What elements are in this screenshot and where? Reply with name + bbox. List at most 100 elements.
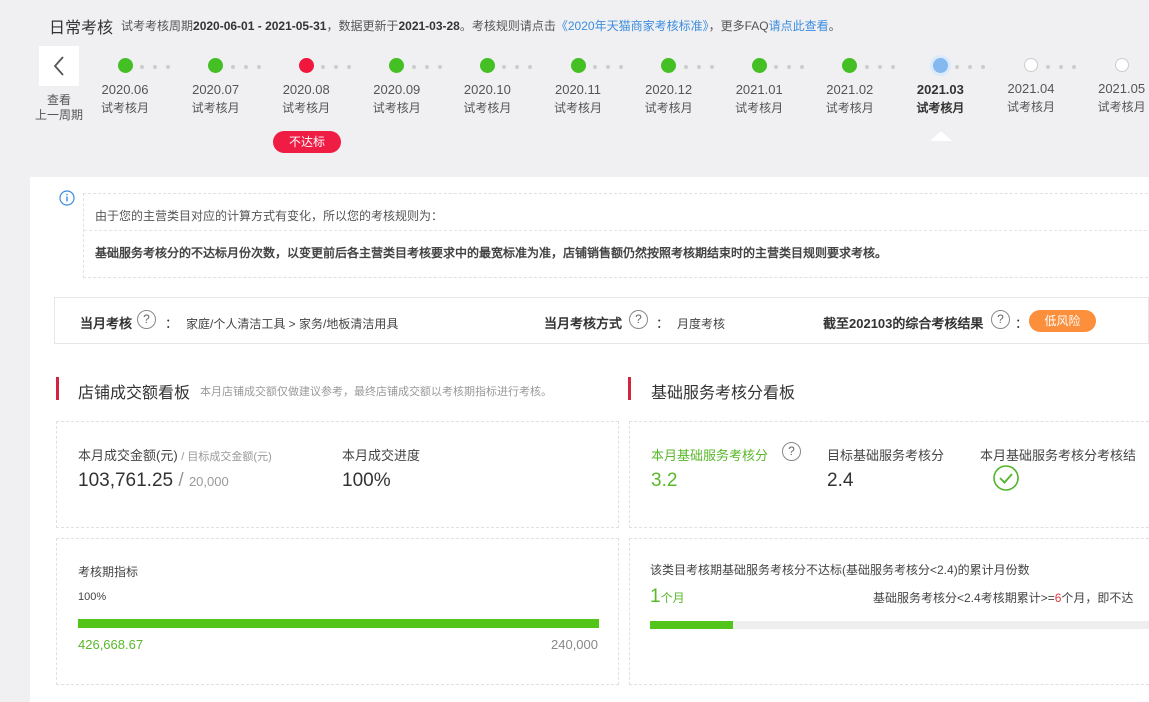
subtitle-prefix: 试考考核周期 [121,19,194,33]
timeline-month-label: 2020.12 [645,82,693,97]
sales-summary-card: 本月成交金额(元) / 目标成交金额(元) 103,761.25 / 20,00… [56,421,619,528]
check-circle-icon [993,465,1019,491]
timeline-sub-label: 试考核月 [372,101,421,115]
period-progress-bar [78,619,599,628]
target-amount-label: / 目标成交金额(元) [181,451,272,463]
progress-value: 100% [342,470,391,491]
faq-link[interactable]: 请点此查看 [769,19,829,33]
help-icon[interactable]: ? [137,310,156,329]
method-value: 月度考核 [677,317,726,331]
timeline-sub-label: 试考核月 [644,101,693,115]
separator-dot [424,65,429,69]
service-score-value: 3.2 [651,470,678,491]
fail-count-label: 该类目考核期基础服务考核分不达标(基础服务考核分<2.4)的累计月份数 [650,563,1030,577]
separator-dot [968,65,973,69]
help-icon[interactable]: ? [629,310,648,329]
timeline-month[interactable]: 2021.05 试考核月 [1082,58,1149,115]
timeline-month-label: 2020.11 [554,82,602,97]
target-score-value: 2.4 [827,470,854,491]
status-dot-pass [117,58,133,73]
period-progress-fill [78,619,599,628]
period-pct: 100% [78,591,107,603]
section-marker [628,377,631,400]
status-dot-pass [661,58,677,73]
status-dot-pass [389,58,405,73]
rule-prefix: 基础服务考核分<2.4考核期累计>= [873,591,1055,605]
notice-divider [84,230,1149,231]
status-dot-future [1114,58,1129,72]
info-icon [59,190,75,206]
fail-progress-bar [650,621,1149,629]
amount-value-row: 103,761.25 / 20,000 [78,470,229,492]
timeline-sub-label: 试考核月 [735,101,784,115]
fail-count-row: 1个月 [650,586,685,608]
risk-badge: 低风险 [1029,310,1096,332]
separator-dot [321,65,326,69]
timeline-month-label: 2020.08 [282,82,330,97]
timeline-sub-label: 试考核月 [100,101,149,115]
service-score-label: 本月基础服务考核分 [651,448,769,463]
timeline-separator [502,65,533,69]
timeline-month-label: 2021.04 [1007,81,1055,96]
assessment-page: 日常考核 试考考核周期2020-06-01 - 2021-05-31，数据更新于… [30,0,1149,702]
status-dot-fail [298,58,314,73]
prev-label-line1: 查看 [46,93,71,107]
amount-label-text: 本月成交金额(元) [78,448,178,463]
separator-dot [243,65,248,69]
slash: / [178,470,184,491]
timeline-separator [1046,65,1076,69]
timeline-separator [593,65,623,69]
timeline-month-label: 2021.05 [1098,81,1146,96]
status-dot-pass [208,58,224,73]
rule-link[interactable]: 《2020年天猫商家考核标准》 [556,19,709,33]
separator-dot [1059,65,1063,69]
separator-dot [800,65,805,69]
month-assessment-label: 当月考核 [80,316,133,331]
timeline-month-label: 2020.10 [463,82,511,97]
separator-dot [166,65,170,69]
colon: ： [165,316,179,331]
timeline-month-label: 2021.02 [826,82,874,97]
timeline-month-label: 2020.06 [101,82,149,97]
separator-dot [153,65,157,69]
timeline-separator [864,65,895,69]
period-target: 240,000 [551,637,598,652]
period-label: 考核期指标 [78,565,139,579]
subtitle-rule: 。考核规则请点击 [459,19,556,33]
help-icon[interactable]: ? [991,310,1010,329]
timeline-sub-label: 试考核月 [1097,100,1146,114]
separator-dot [890,65,895,69]
fail-badge: 不达标 [273,131,341,153]
separator-dot [864,65,869,69]
separator-dot [981,65,986,69]
category-value: 家庭/个人清洁工具 > 家务/地板清洁用具 [186,317,399,331]
separator-dot [619,65,623,69]
separator-dot [606,65,610,69]
help-icon[interactable]: ? [782,442,801,461]
separator-dot [709,65,714,69]
separator-dot [256,65,261,69]
status-dot-pass [570,58,586,73]
status-dot-pass [479,58,495,73]
rule-notice: 由于您的主营类目对应的计算方式有变化，所以您的考核规则为： 基础服务考核分的不达… [83,193,1149,278]
colon: ： [1015,316,1029,331]
separator-dot [955,65,960,69]
amount-value: 103,761.25 [78,470,174,491]
separator-dot [683,65,688,69]
timeline-sub-label: 试考核月 [191,101,240,115]
prev-period-button[interactable] [39,46,79,86]
chevron-left-icon [53,56,64,76]
separator-dot [1046,65,1050,69]
separator-dot [1072,65,1076,69]
colon: ： [656,316,670,331]
status-dot-pass [842,58,858,73]
separator-dot [140,65,144,69]
separator-dot [877,65,882,69]
prev-period-label[interactable]: 查看 上一周期 [30,93,88,123]
timeline-sub-label: 试考核月 [825,101,874,115]
timeline-separator [683,65,714,69]
page-title: 日常考核 [49,20,114,37]
fail-count-value: 1 [650,586,661,607]
notice-line2: 基础服务考核分的不达标月份次数，以变更前后各主营类目考核要求中的最宽标准为准，店… [95,246,888,260]
service-fail-card: 该类目考核期基础服务考核分不达标(基础服务考核分<2.4)的累计月份数 1个月 … [629,538,1149,685]
